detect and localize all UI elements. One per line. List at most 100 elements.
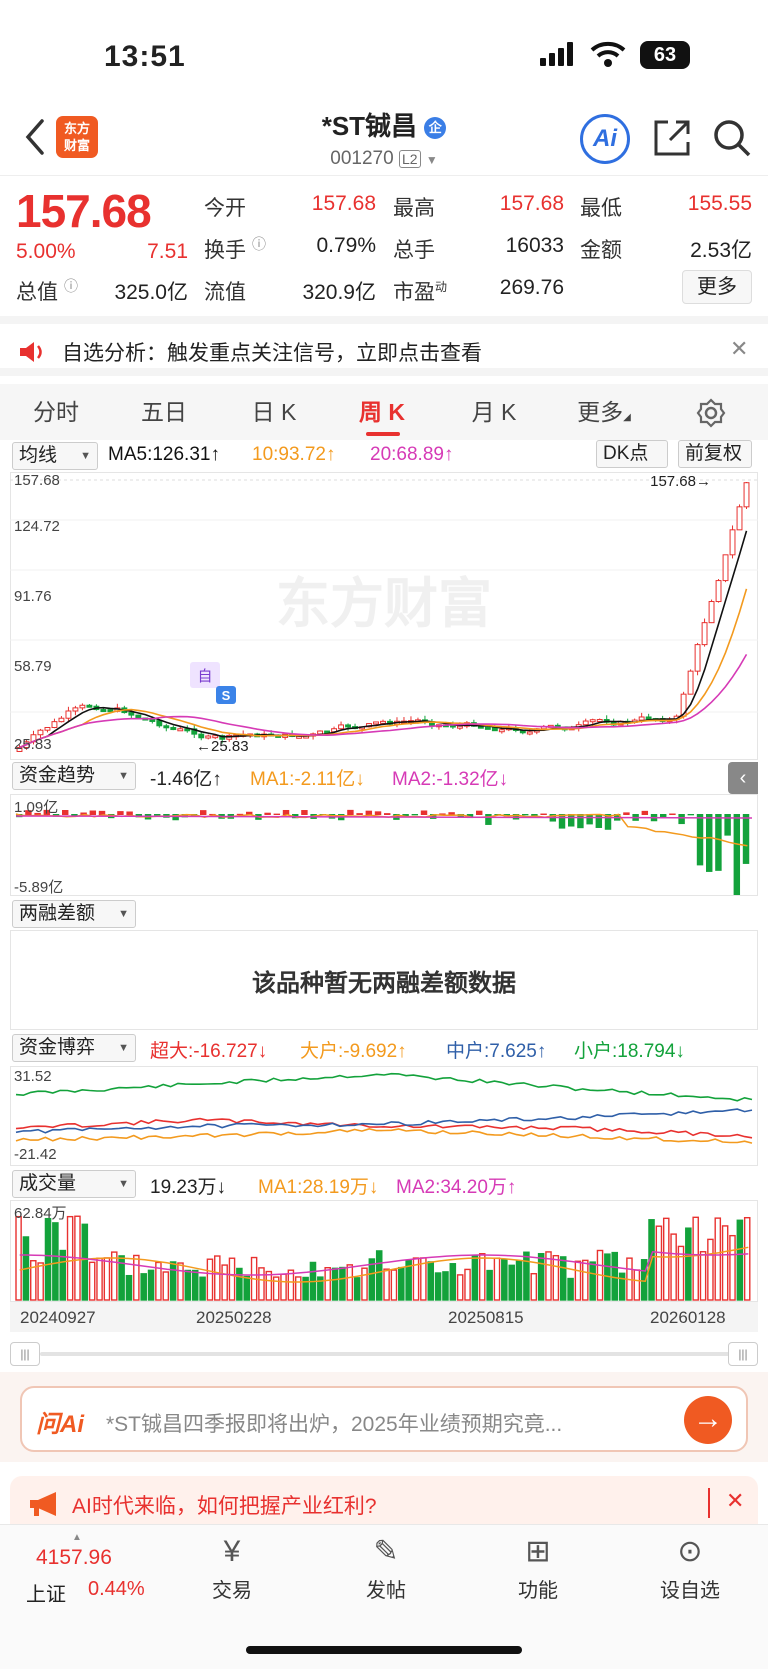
- volume-bar: [567, 1277, 574, 1301]
- ma-selector[interactable]: 均线 ▼: [12, 442, 98, 470]
- candle: [380, 720, 386, 724]
- mktcap-label: 总值: [16, 281, 58, 304]
- fund-trend-bar: [154, 814, 161, 816]
- volume-chart[interactable]: [10, 1200, 758, 1302]
- info-icon[interactable]: ⓘ: [64, 276, 78, 296]
- kline-axis-tick: 91.76: [14, 588, 52, 605]
- watermark: 东方财富: [276, 574, 492, 634]
- margin-selector[interactable]: 两融差额 ▼: [12, 900, 136, 928]
- collapse-panel-icon[interactable]: ‹: [728, 762, 758, 794]
- range-scrollbar[interactable]: ||| |||: [10, 1342, 758, 1366]
- ai-ask-input[interactable]: 问Ai *ST铖昌四季报即将出炉，2025年业绩预期究竟... →: [20, 1386, 748, 1452]
- index-widget[interactable]: ▲ 4157.96 上证 0.44%: [20, 1532, 160, 1606]
- nav-trade[interactable]: ¥ 交易: [182, 1530, 282, 1603]
- amount-value: 2.53亿: [690, 239, 752, 262]
- fund-trend-bar: [301, 810, 308, 815]
- volume-selector[interactable]: 成交量 ▼: [12, 1170, 136, 1198]
- more-circle-icon: ⊙: [677, 1535, 703, 1568]
- close-icon[interactable]: ✕: [730, 336, 748, 362]
- notice-bar[interactable]: 自选分析：触发重点关注信号，立即点击查看 ✕: [0, 316, 768, 376]
- more-quote-button[interactable]: 更多: [682, 270, 752, 304]
- volume-bar: [353, 1277, 361, 1301]
- tab-more[interactable]: 更多◢: [562, 384, 646, 440]
- fund-medium: 中户:7.625↑: [446, 1041, 547, 1062]
- settings-gear-icon[interactable]: [696, 398, 726, 428]
- volume-bar: [81, 1223, 89, 1301]
- volume-bar: [221, 1264, 228, 1301]
- status-bar: 13:51 63: [0, 0, 768, 100]
- close-icon[interactable]: ✕: [726, 1488, 744, 1514]
- sell-marker-label: S: [222, 688, 231, 703]
- open-label: 今开: [204, 197, 246, 220]
- volume-bar: [582, 1259, 589, 1301]
- fund-trend-bar: [696, 814, 704, 866]
- search-icon[interactable]: [712, 118, 752, 158]
- fund-trend-bar: [347, 809, 354, 815]
- date-label: 20240927: [20, 1308, 96, 1327]
- tab-daily-k[interactable]: 日 K: [232, 384, 316, 440]
- nav-add-watchlist[interactable]: ⊙ 设自选: [640, 1530, 740, 1603]
- fund-game-selector[interactable]: 资金博弈 ▼: [12, 1034, 136, 1062]
- candle: [708, 601, 715, 624]
- volume-bar: [449, 1263, 457, 1301]
- volume-bar: [655, 1225, 663, 1301]
- info-icon[interactable]: ⓘ: [252, 234, 266, 254]
- candle: [338, 724, 345, 730]
- kline-chart[interactable]: 东方财富 自 S 157.68→ ←25.83: [10, 472, 758, 760]
- volume-bar: [434, 1272, 442, 1301]
- volume-bar: [530, 1273, 538, 1301]
- nav-post[interactable]: ✎ 发帖: [336, 1530, 436, 1603]
- volume-ma1: MA1:28.19万↓: [258, 1177, 379, 1198]
- yen-cycle-icon: ¥: [223, 1535, 241, 1568]
- status-time: 13:51: [104, 40, 186, 73]
- fund-trend-bar: [485, 814, 492, 825]
- volume-bar: [206, 1258, 214, 1301]
- pe-sup: 动: [435, 280, 448, 294]
- volume-bar: [361, 1267, 368, 1301]
- fund-game-chart[interactable]: [10, 1066, 758, 1166]
- adjust-button[interactable]: 前复权: [678, 440, 752, 468]
- turnover-value: 0.79%: [316, 234, 376, 257]
- candle: [317, 730, 324, 735]
- home-indicator: [246, 1646, 522, 1654]
- ai-assistant-button[interactable]: Ai: [580, 114, 630, 164]
- volume-bar: [662, 1217, 670, 1301]
- volume-bar: [228, 1257, 236, 1301]
- tab-monthly-k[interactable]: 月 K: [452, 384, 536, 440]
- wifi-icon: [590, 41, 626, 67]
- fund-small: 小户:18.794↓: [574, 1041, 685, 1062]
- fund-game-tick: 31.52: [14, 1068, 52, 1085]
- tab-intraday[interactable]: 分时: [14, 384, 98, 440]
- nav-functions[interactable]: ⊞ 功能: [488, 1530, 588, 1603]
- candle: [51, 721, 58, 728]
- ai-send-arrow-icon[interactable]: →: [684, 1396, 732, 1444]
- volume-bar: [493, 1257, 501, 1301]
- volume-bar: [537, 1253, 545, 1301]
- date-label: 20250815: [448, 1308, 524, 1327]
- dk-point-button[interactable]: DK点: [596, 440, 668, 468]
- float-label: 流值: [204, 281, 246, 304]
- kline-axis-tick: 124.72: [14, 518, 60, 535]
- share-icon[interactable]: [652, 118, 692, 158]
- volume-bar: [523, 1251, 530, 1301]
- ma5-value: MA5:126.31↑: [108, 444, 220, 465]
- scroll-handle-left[interactable]: |||: [10, 1342, 40, 1366]
- fund-trend-chart[interactable]: [10, 794, 758, 896]
- volume-bar: [125, 1274, 133, 1301]
- notice-text: 自选分析：触发重点关注信号，立即点击查看: [62, 342, 482, 365]
- level-badge: L2: [398, 150, 421, 168]
- fund-trend-bar: [411, 814, 419, 816]
- fund-trend-selector[interactable]: 资金趋势 ▼: [12, 762, 136, 790]
- volume-bar: [471, 1255, 479, 1301]
- fund-trend-bar: [733, 814, 741, 895]
- fund-trend-bar: [687, 814, 695, 816]
- nav-label: 发帖: [366, 1580, 406, 1602]
- kline-axis-tick: 157.68: [14, 472, 60, 489]
- tab-five-day[interactable]: 五日: [122, 384, 206, 440]
- fund-trend-bar: [540, 813, 547, 815]
- candle: [715, 580, 722, 603]
- volume-bar: [442, 1271, 449, 1301]
- fund-trend-bar: [568, 814, 575, 827]
- mktcap-value: 325.0亿: [114, 281, 188, 304]
- scroll-handle-right[interactable]: |||: [728, 1342, 758, 1366]
